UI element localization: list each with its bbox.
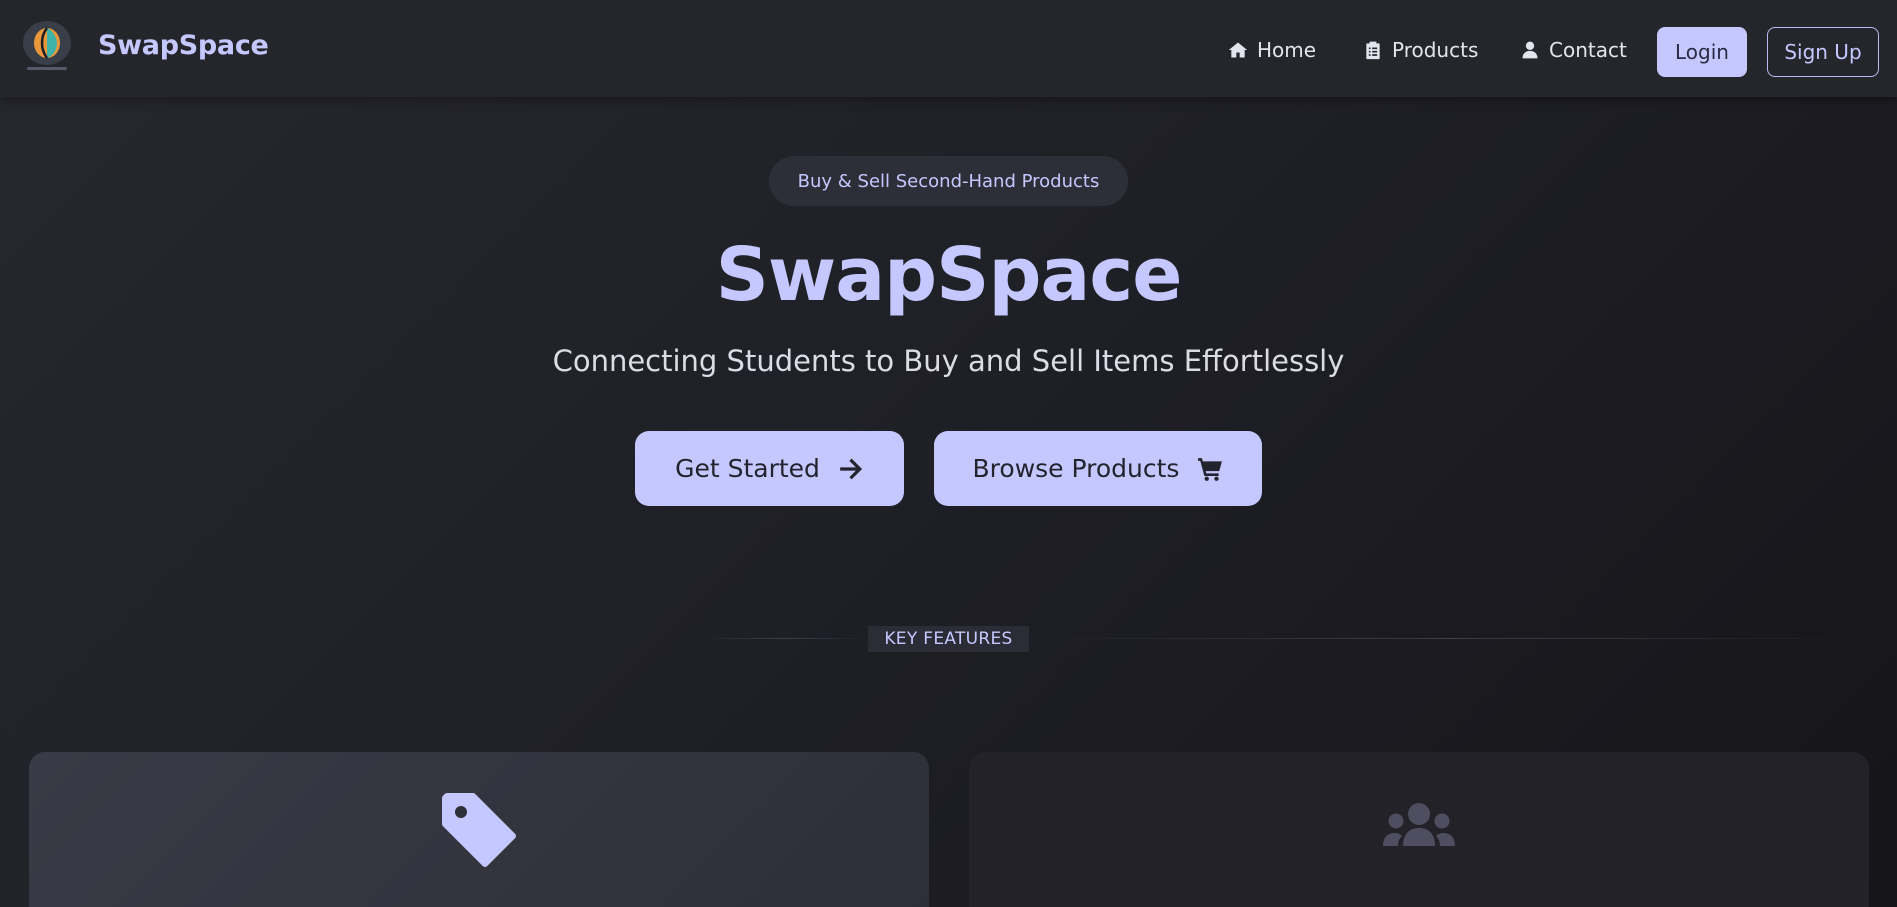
nav-products-label: Products	[1392, 38, 1479, 62]
nav-products-link[interactable]: Products	[1363, 35, 1478, 65]
home-icon	[1228, 42, 1248, 58]
shopping-cart-icon	[1198, 457, 1223, 481]
hero-subtitle: Connecting Students to Buy and Sell Item…	[552, 344, 1345, 378]
brand-name[interactable]: SwapSpace	[98, 30, 269, 61]
users-icon	[1379, 790, 1459, 870]
divider-line-left	[700, 638, 868, 639]
tag-icon	[439, 790, 519, 870]
get-started-label: Get Started	[675, 454, 820, 483]
nav-contact-label: Contact	[1549, 38, 1627, 62]
arrow-right-icon	[840, 458, 862, 479]
navbar: SwapSpace Home Products Contact Login Si…	[0, 0, 1897, 97]
nav-contact-link[interactable]: Contact	[1520, 35, 1627, 65]
hero-badge: Buy & Sell Second-Hand Products	[769, 156, 1128, 206]
feature-card	[969, 752, 1869, 907]
feature-card	[29, 752, 929, 907]
nav-home-link[interactable]: Home	[1228, 35, 1316, 65]
clipboard-icon	[1366, 41, 1380, 60]
get-started-button[interactable]: Get Started	[635, 431, 904, 506]
browse-products-button[interactable]: Browse Products	[934, 431, 1262, 506]
user-icon	[1522, 41, 1538, 59]
signup-button[interactable]: Sign Up	[1767, 27, 1879, 77]
login-button[interactable]: Login	[1657, 27, 1747, 77]
nav-home-label: Home	[1257, 38, 1317, 62]
browse-products-label: Browse Products	[972, 454, 1180, 483]
divider-line-right	[1029, 638, 1869, 639]
key-features-label: KEY FEATURES	[868, 626, 1029, 652]
swapspace-logo[interactable]	[21, 19, 73, 75]
hero-title: SwapSpace	[715, 232, 1183, 318]
